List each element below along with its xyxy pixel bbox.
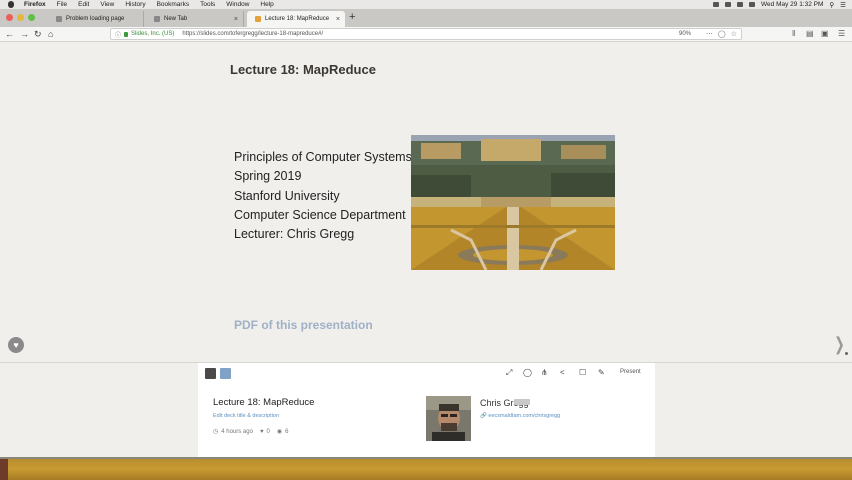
status-icon[interactable] bbox=[725, 2, 732, 7]
tab-label: Problem loading page bbox=[66, 16, 125, 22]
search-icon[interactable]: ⚲ bbox=[829, 1, 834, 9]
campus-photo bbox=[411, 135, 615, 270]
dock-strip bbox=[0, 457, 852, 480]
menubar-clock[interactable]: Wed May 29 1:32 PM bbox=[761, 1, 823, 8]
tab-close-icon[interactable]: × bbox=[234, 16, 238, 23]
clock-icon: ◷ bbox=[213, 429, 219, 435]
menu-tools[interactable]: Tools bbox=[200, 1, 215, 8]
sidebar-icon[interactable]: ▤ bbox=[806, 29, 814, 38]
macos-menu-bar: Firefox File Edit View History Bookmarks… bbox=[0, 0, 852, 9]
tab-favicon-icon bbox=[154, 16, 160, 22]
author-website-text[interactable]: eecsmaldtam.com/chrisgregg bbox=[488, 413, 560, 419]
menu-history[interactable]: History bbox=[125, 1, 145, 8]
university: Stanford University bbox=[234, 188, 340, 203]
deck-info-panel: ⤢ ◯ ⋔ < ☐ ✎ Present Lecture 18: MapReduc… bbox=[198, 363, 655, 457]
screenshot-icon[interactable]: ▣ bbox=[821, 29, 829, 38]
battery-icon[interactable] bbox=[749, 2, 756, 7]
url-bar[interactable]: ⓘ Slides, Inc. (US) https://slides.com/t… bbox=[110, 28, 742, 40]
deck-title: Lecture 18: MapReduce bbox=[213, 397, 315, 408]
back-arrow-icon[interactable]: ← bbox=[5, 28, 14, 40]
menu-file[interactable]: File bbox=[57, 1, 67, 8]
tab-strip: Problem loading page New Tab × Lecture 1… bbox=[0, 9, 852, 27]
page-actions: ⋯ ◯ ☆ bbox=[706, 30, 737, 38]
zoom-window-button[interactable] bbox=[28, 14, 35, 21]
apple-icon[interactable] bbox=[8, 1, 14, 8]
pocket-icon[interactable]: ◯ bbox=[718, 30, 726, 38]
url-text[interactable]: https://slides.com/tofergregg/lecture-18… bbox=[182, 31, 323, 37]
reload-icon[interactable]: ↻ bbox=[34, 28, 42, 40]
page-actions-icon[interactable]: ⋯ bbox=[706, 30, 713, 38]
avatar-graphic bbox=[426, 396, 471, 441]
tab-lecture-18[interactable]: Lecture 18: MapReduce × bbox=[247, 11, 345, 27]
views-eye-icon: ◉ bbox=[276, 429, 283, 435]
tab-new-tab[interactable]: New Tab × bbox=[146, 11, 244, 27]
bookmark-star-icon[interactable]: ☆ bbox=[731, 30, 737, 38]
export-icon[interactable]: ☐ bbox=[579, 368, 586, 377]
tab-label: New Tab bbox=[164, 16, 188, 22]
library-icon[interactable]: ‖ bbox=[792, 29, 795, 38]
deck-meta: ◷ 4 hours ago ♥ 0 ◉ 6 bbox=[213, 428, 289, 436]
close-window-button[interactable] bbox=[6, 14, 13, 21]
zoom-level[interactable]: 90% bbox=[679, 31, 691, 37]
info-icon[interactable]: ⓘ bbox=[115, 30, 121, 39]
present-button[interactable]: Present bbox=[620, 369, 641, 375]
like-count: 0 bbox=[266, 428, 270, 435]
view-count: 6 bbox=[285, 428, 289, 435]
lock-icon[interactable] bbox=[124, 31, 129, 37]
link-icon: 🔗 bbox=[480, 413, 487, 419]
like-heart-icon[interactable]: ♥ bbox=[260, 429, 264, 435]
fork-icon[interactable]: ⋔ bbox=[541, 368, 548, 377]
status-icon[interactable] bbox=[713, 2, 720, 7]
menu-app-name[interactable]: Firefox bbox=[24, 1, 46, 8]
avatar[interactable] bbox=[426, 396, 471, 441]
tab-favicon-icon bbox=[56, 16, 62, 22]
forward-arrow-icon[interactable]: → bbox=[20, 28, 29, 40]
menu-window[interactable]: Window bbox=[226, 1, 249, 8]
navigation-bar: ← → ↻ ⌂ ⓘ Slides, Inc. (US) https://slid… bbox=[0, 27, 852, 42]
menu-icon[interactable]: ☰ bbox=[838, 29, 845, 38]
slides-logo-icon[interactable] bbox=[205, 368, 216, 379]
tab-label: Lecture 18: MapReduce bbox=[265, 16, 330, 22]
author-website-link[interactable]: 🔗 eecsmaldtam.com/chrisgregg bbox=[480, 413, 560, 419]
department: Computer Science Department bbox=[234, 207, 406, 222]
menu-edit[interactable]: Edit bbox=[78, 1, 89, 8]
next-slide-arrow-icon[interactable]: ❯ bbox=[834, 334, 845, 355]
home-icon[interactable]: ⌂ bbox=[48, 28, 53, 40]
wifi-icon[interactable] bbox=[737, 2, 744, 7]
tab-close-icon[interactable]: × bbox=[336, 16, 340, 23]
corner-dot bbox=[845, 352, 848, 355]
slide-body: Principles of Computer Systems Spring 20… bbox=[234, 148, 412, 244]
course-name: Principles of Computer Systems bbox=[234, 150, 412, 164]
twitter-icon[interactable] bbox=[220, 368, 231, 379]
campus-photo-graphic bbox=[411, 135, 615, 270]
menu-list-icon[interactable]: ☰ bbox=[840, 1, 846, 9]
deck-age: 4 hours ago bbox=[221, 428, 253, 435]
slide-title: Lecture 18: MapReduce bbox=[230, 62, 376, 77]
edit-deck-link[interactable]: Edit deck title & description bbox=[213, 413, 279, 419]
menu-help[interactable]: Help bbox=[260, 1, 273, 8]
term: Spring 2019 bbox=[234, 169, 302, 184]
pro-badge: PRO bbox=[514, 399, 530, 405]
menu-bookmarks[interactable]: Bookmarks bbox=[157, 1, 190, 8]
fullscreen-icon[interactable]: ⤢ bbox=[506, 368, 512, 378]
tab-problem-loading[interactable]: Problem loading page bbox=[48, 11, 144, 27]
minimize-window-button[interactable] bbox=[17, 14, 24, 21]
site-identity[interactable]: Slides, Inc. (US) bbox=[131, 31, 174, 37]
edit-pencil-icon[interactable]: ✎ bbox=[598, 368, 605, 377]
dock-edge bbox=[0, 459, 8, 480]
comment-icon[interactable]: ◯ bbox=[523, 368, 532, 377]
new-tab-button[interactable]: + bbox=[349, 11, 355, 23]
tab-favicon-icon bbox=[255, 16, 261, 22]
lecturer: Lecturer: Chris Gregg bbox=[234, 227, 355, 242]
pdf-link[interactable]: PDF of this presentation bbox=[234, 318, 373, 332]
share-icon[interactable]: < bbox=[560, 368, 565, 377]
menu-view[interactable]: View bbox=[100, 1, 114, 8]
heart-icon[interactable]: ♥ bbox=[8, 337, 24, 353]
menubar-status-area: Wed May 29 1:32 PM ⚲ ☰ bbox=[713, 0, 846, 9]
